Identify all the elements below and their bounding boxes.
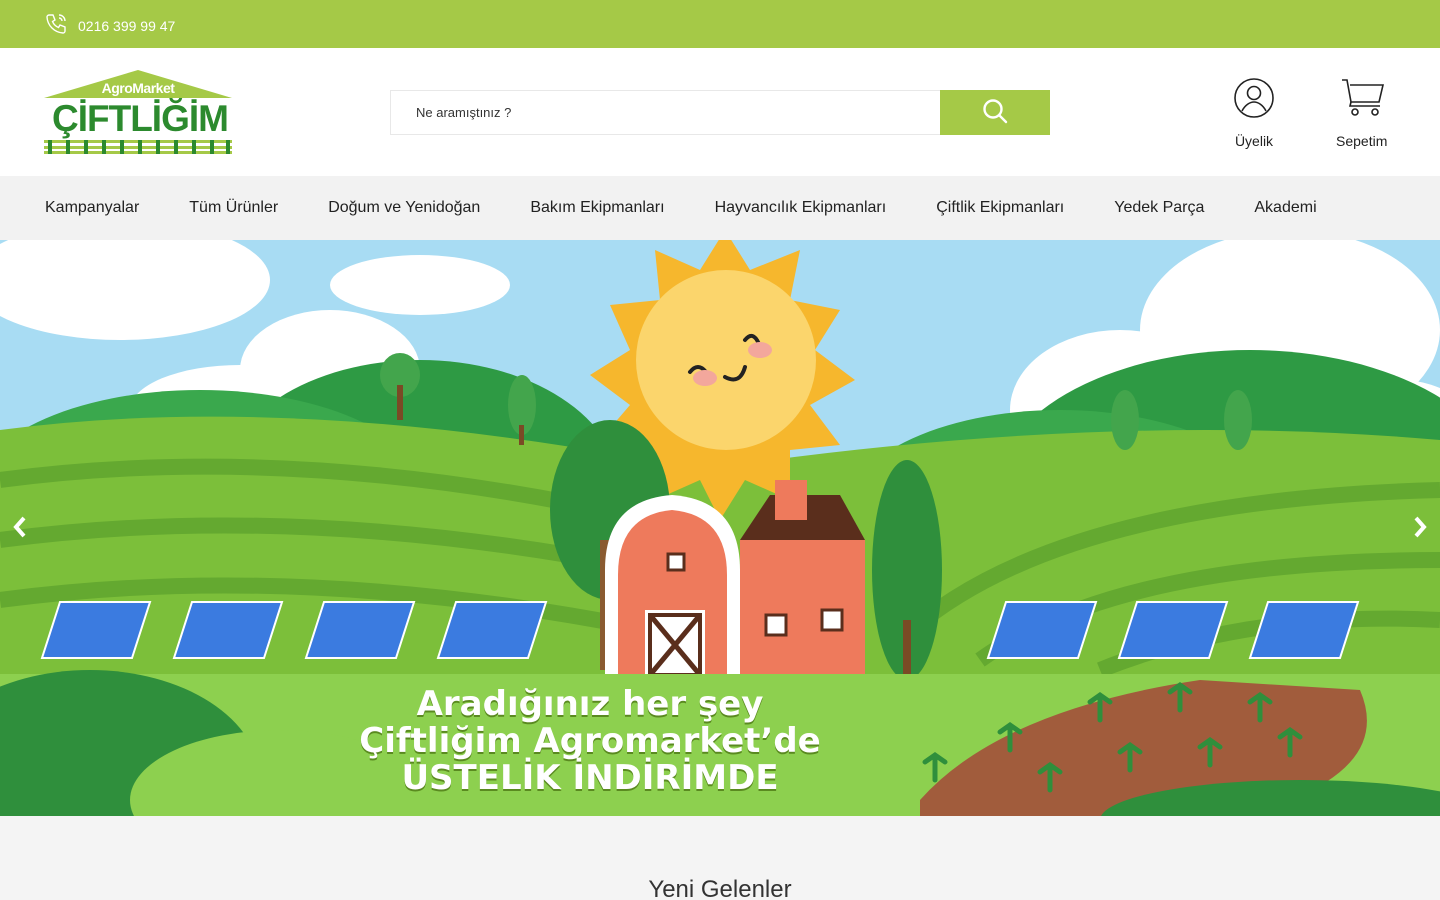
phone-icon [44, 12, 68, 39]
top-bar: 0216 399 99 47 [0, 0, 1440, 48]
hero-caption: Aradığınız her şey Çiftliğim Agromarket’… [290, 686, 890, 797]
hero-line-1: Aradığınız her şey [416, 684, 764, 724]
member-label: Üyelik [1234, 133, 1274, 149]
logo-small-text: AgroMarket [101, 80, 175, 96]
nav-item-tum-urunler[interactable]: Tüm Ürünler [189, 199, 278, 217]
user-icon [1232, 76, 1276, 123]
cart-button[interactable]: Sepetim [1336, 76, 1387, 149]
nav-item-ciftlik-ekipmanlari[interactable]: Çiftlik Ekipmanları [936, 199, 1064, 217]
main-nav: Kampanyalar Tüm Ürünler Doğum ve Yenidoğ… [0, 176, 1440, 240]
search-input[interactable] [390, 90, 940, 135]
nav-item-akademi[interactable]: Akademi [1254, 199, 1316, 217]
search-bar [390, 90, 1050, 135]
nav-item-dogum-yenidogan[interactable]: Doğum ve Yenidoğan [328, 199, 480, 217]
nav-item-kampanyalar[interactable]: Kampanyalar [45, 199, 139, 217]
chevron-left-icon [12, 516, 28, 543]
hero-slider[interactable]: Aradığınız her şey Çiftliğim Agromarket’… [0, 240, 1440, 816]
hero-line-2: Çiftliğim Agromarket’de [359, 721, 821, 761]
search-icon [981, 97, 1009, 128]
section-title: Yeni Gelenler [648, 876, 792, 900]
new-arrivals-section: Yeni Gelenler [0, 816, 1440, 900]
phone-number: 0216 399 99 47 [78, 17, 176, 34]
cart-label: Sepetim [1336, 133, 1388, 149]
header: AgroMarket ÇİFTLİĞİM Üyelik [0, 48, 1440, 176]
slider-next-button[interactable] [1408, 515, 1432, 543]
site-logo[interactable]: AgroMarket ÇİFTLİĞİM [44, 70, 232, 154]
search-button[interactable] [940, 90, 1050, 135]
nav-item-bakim-ekipmanlari[interactable]: Bakım Ekipmanları [530, 199, 664, 217]
logo-big-text: ÇİFTLİĞİM [52, 98, 229, 139]
chevron-right-icon [1412, 516, 1428, 543]
phone-contact[interactable]: 0216 399 99 47 [44, 12, 175, 39]
nav-item-hayvancilik-ekipmanlari[interactable]: Hayvancılık Ekipmanları [715, 199, 887, 217]
nav-item-yedek-parca[interactable]: Yedek Parça [1114, 199, 1204, 217]
hero-line-3: ÜSTELİK İNDİRİMDE [401, 758, 779, 798]
cart-icon [1340, 76, 1384, 123]
slider-prev-button[interactable] [8, 515, 32, 543]
member-button[interactable]: Üyelik [1232, 76, 1276, 149]
